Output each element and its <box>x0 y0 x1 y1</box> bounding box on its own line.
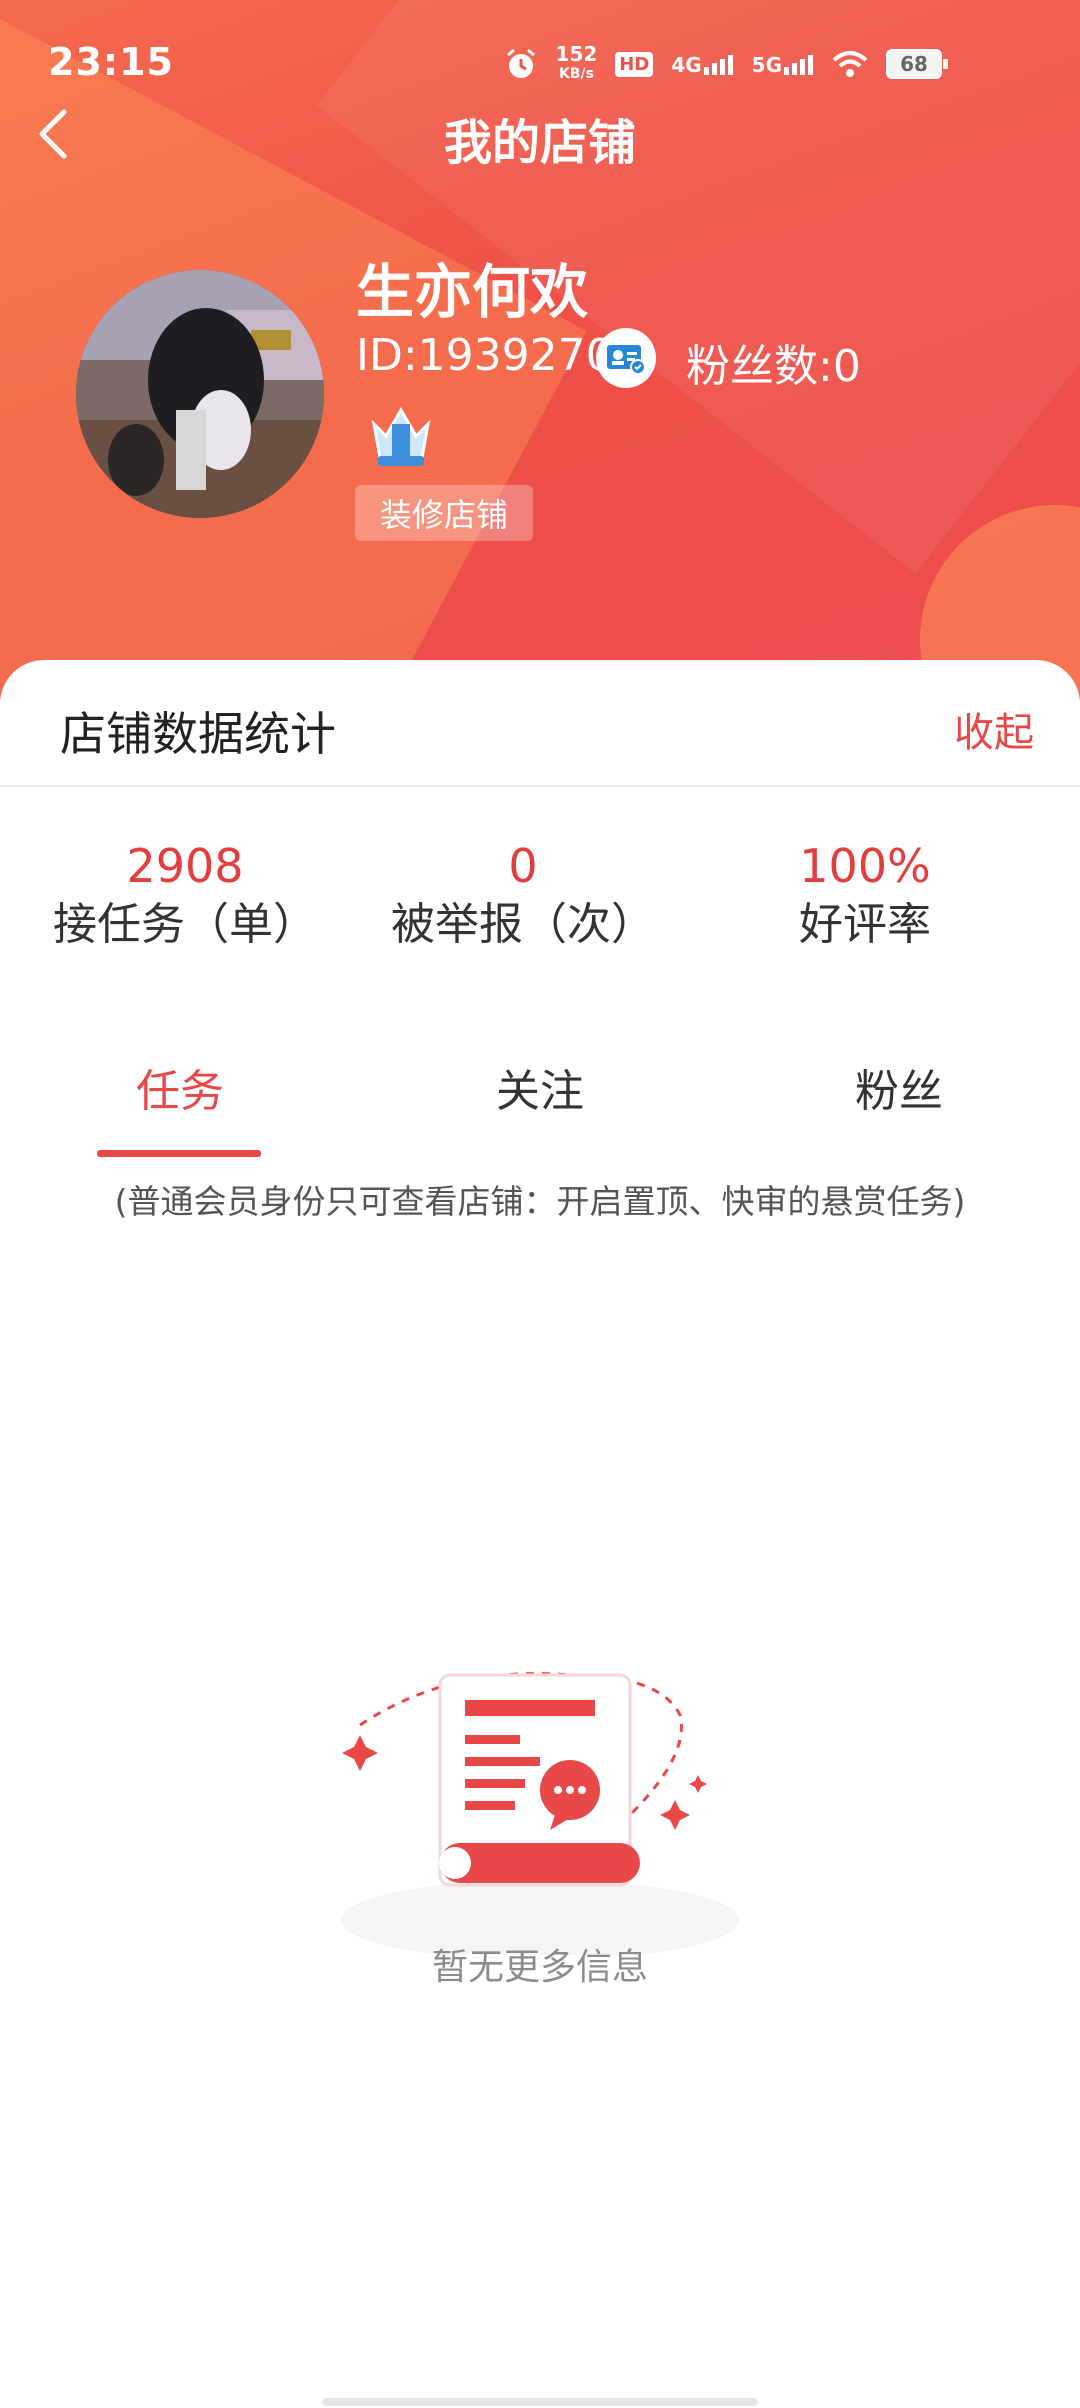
tab-active-indicator <box>97 1150 261 1157</box>
member-notice: (普通会员身份只可查看店铺：开启置顶、快审的悬赏任务) <box>114 1182 966 1221</box>
tab-following[interactable]: 关注 <box>496 1055 584 1119</box>
stat-value: 100% <box>799 839 931 893</box>
net-speed-indicator: 152 KB/s <box>555 42 598 82</box>
stat-label: 好评率 <box>799 899 931 950</box>
tab-fans[interactable]: 粉丝 <box>855 1055 943 1119</box>
id-card-verified-icon <box>596 328 656 388</box>
stat-positive-rate: 100% 好评率 <box>715 838 1015 956</box>
stat-value: 2908 <box>126 839 244 893</box>
empty-state-text: 暂无更多信息 <box>431 1947 648 1988</box>
hd-badge-icon: HD <box>615 51 654 77</box>
home-indicator[interactable] <box>322 2398 758 2406</box>
page-title: 我的店铺 <box>443 115 636 171</box>
signal-4g-icon: 4G <box>671 53 733 75</box>
alarm-icon <box>506 48 535 78</box>
tab-tasks[interactable]: 任务 <box>136 1055 224 1119</box>
wifi-icon <box>832 51 868 77</box>
battery-indicator: 68 <box>886 49 948 79</box>
status-icons: 152 KB/s HD 4G 5G 68 <box>504 42 948 84</box>
avatar[interactable] <box>76 270 324 518</box>
stat-reports: 0 被举报（次） <box>373 838 673 956</box>
header-banner: 23:15 152 KB/s HD 4G 5G 68 我的店铺 生亦何欢 ID:… <box>0 0 1080 700</box>
signal-5g-icon: 5G <box>752 53 814 75</box>
empty-state-illustration <box>330 1655 750 1960</box>
shop-stats-card: 店铺数据统计 收起 2908 接任务（单） 0 被举报（次） 100% 好评率 <box>0 660 1080 2408</box>
stat-label: 被举报（次） <box>391 899 655 950</box>
crown-badge-icon <box>368 402 434 470</box>
status-time: 23:15 <box>48 40 174 84</box>
fans-count: 粉丝数:0 <box>686 341 861 392</box>
stat-value: 0 <box>508 839 538 893</box>
stat-label: 接任务（单） <box>53 899 317 950</box>
decorate-shop-button[interactable]: 装修店铺 <box>355 485 533 541</box>
shop-id: ID:1939270 <box>356 330 614 381</box>
collapse-button[interactable]: 收起 <box>954 700 1034 758</box>
avatar-photo <box>76 270 324 518</box>
stats-title: 店铺数据统计 <box>60 707 336 761</box>
stats-header: 店铺数据统计 收起 <box>0 660 1080 787</box>
stat-tasks-taken: 2908 接任务（单） <box>35 838 335 956</box>
shop-name: 生亦何欢 <box>356 258 589 326</box>
